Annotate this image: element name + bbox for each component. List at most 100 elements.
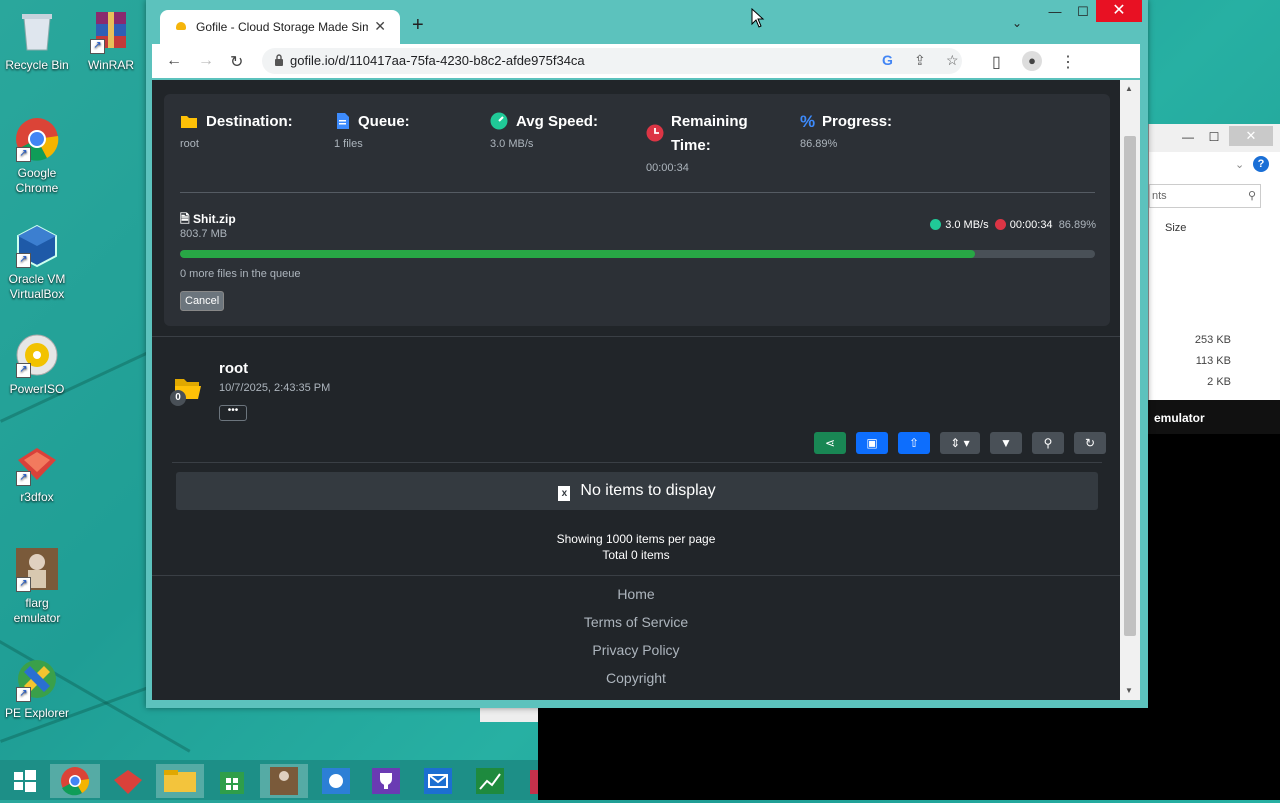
explorer-size-column-header[interactable]: Size (1165, 222, 1186, 234)
footer-divider (152, 575, 1120, 576)
flarg-icon (270, 767, 298, 795)
tab-title: Gofile - Cloud Storage Made Simple (196, 20, 368, 34)
window-maximize-button[interactable]: ☐ (1068, 4, 1098, 20)
explorer-size-value: 2 KB (1207, 376, 1231, 388)
taskbar-flarg-emulator[interactable] (260, 764, 308, 798)
footer-link-terms[interactable]: Terms of Service (152, 614, 1120, 630)
mouse-cursor-icon (751, 8, 765, 28)
window-minimize-button[interactable]: — (1040, 4, 1070, 19)
footer-link-copyright[interactable]: Copyright (152, 670, 1120, 686)
shortcut-arrow-icon: ↗ (16, 363, 31, 378)
cancel-upload-button[interactable]: Cancel (180, 291, 225, 311)
percent-icon: % (800, 112, 816, 131)
sort-dropdown-button[interactable]: ⇕ ▾ (940, 432, 980, 454)
search-icon: ⚲ (1247, 190, 1256, 202)
side-panel-icon[interactable]: ▯ (992, 52, 1001, 72)
reload-icon[interactable]: ↻ (230, 52, 243, 72)
share-icon[interactable]: ⇪ (914, 52, 926, 69)
scroll-up-arrow-icon[interactable]: ▲ (1125, 84, 1133, 93)
filter-button[interactable]: ▼ (990, 432, 1022, 454)
taskbar-finance[interactable] (470, 764, 510, 798)
emulator-title-label: emulator (1154, 411, 1205, 425)
stat-remaining-value: 00:00:34 (646, 162, 689, 174)
explorer-minimize-button[interactable]: — (1177, 128, 1199, 146)
desktop-icon-winrar[interactable]: ↗ WinRAR (78, 8, 144, 73)
folder-plus-icon: ▣ (866, 436, 878, 450)
create-folder-button[interactable]: ▣ (856, 432, 888, 454)
empty-state-banner: x No items to display (176, 472, 1098, 510)
footer-link-home[interactable]: Home (152, 586, 1120, 602)
profile-avatar-icon[interactable]: ● (1022, 51, 1042, 71)
bookmark-star-icon[interactable]: ☆ (946, 52, 959, 69)
emulator-window-body (1148, 434, 1280, 708)
lock-icon (275, 54, 283, 66)
share-button[interactable]: ⋖ (814, 432, 846, 454)
browser-menu-icon[interactable]: ⋮ (1060, 52, 1076, 72)
scroll-down-arrow-icon[interactable]: ▼ (1125, 686, 1133, 695)
desktop-icon-recycle-bin[interactable]: Recycle Bin (4, 8, 70, 73)
desktop-icon-virtualbox[interactable]: ↗ Oracle VM VirtualBox (4, 222, 70, 302)
start-button[interactable] (4, 764, 44, 798)
chevron-down-icon[interactable]: ⌄ (1235, 158, 1244, 171)
total-items-text: Total 0 items (602, 548, 670, 562)
upload-file-time: 00:00:34 (1009, 219, 1053, 231)
shortcut-arrow-icon: ↗ (16, 577, 31, 592)
chrome-icon: ↗ (14, 116, 60, 162)
refresh-button[interactable]: ↻ (1074, 432, 1106, 454)
taskbar-r3dfox[interactable] (108, 764, 148, 798)
desktop-icon-label: flarg emulator (13, 596, 61, 625)
tab-close-icon[interactable]: ✕ (374, 18, 386, 35)
new-tab-button[interactable]: + (412, 14, 424, 37)
upload-file-size: 803.7 MB (180, 228, 228, 240)
footer-link-privacy[interactable]: Privacy Policy (152, 642, 1120, 658)
explorer-close-button[interactable]: ✕ (1229, 126, 1273, 146)
virtualbox-icon: ↗ (14, 222, 60, 268)
desktop-icon-label: Google Chrome (15, 166, 59, 195)
taskbar-file-explorer[interactable] (156, 764, 204, 798)
explorer-size-value: 253 KB (1194, 334, 1231, 346)
explorer-search-placeholder: nts (1152, 190, 1167, 202)
desktop-icon-r3dfox[interactable]: ↗ r3dfox (4, 440, 70, 505)
google-lens-icon[interactable]: G (882, 52, 893, 68)
folder-item-count-badge: 0 (170, 390, 186, 406)
back-arrow-icon[interactable]: ← (166, 52, 182, 70)
upload-file-stats: 3.0 MB/s 00:00:34 86.89% (930, 219, 1096, 231)
address-url: gofile.io/d/110417aa-75fa-4230-b8c2-afde… (290, 53, 585, 68)
help-icon[interactable]: ? (1253, 156, 1269, 172)
folder-more-button[interactable]: ••• (219, 405, 247, 421)
taskbar-chrome[interactable] (50, 764, 100, 798)
explorer-maximize-button[interactable]: ☐ (1203, 128, 1225, 146)
upload-files-button[interactable]: ⇧ (898, 432, 930, 454)
tab-search-chevron-icon[interactable]: ⌄ (1012, 16, 1022, 30)
desktop-icon-label: PowerISO (9, 382, 65, 396)
explorer-search-input[interactable]: nts ⚲ (1149, 184, 1261, 208)
address-bar[interactable]: gofile.io/d/110417aa-75fa-4230-b8c2-afde… (262, 48, 962, 74)
desktop-icon-chrome[interactable]: ↗ Google Chrome (4, 116, 70, 196)
taskbar-store[interactable] (212, 764, 252, 798)
search-button[interactable]: ⚲ (1032, 432, 1064, 454)
desktop-icon-poweriso[interactable]: ↗ PowerISO (4, 332, 70, 397)
stat-avg-speed: Avg Speed: 3.0 MB/s (490, 110, 598, 150)
page-scrollbar[interactable]: ▲ ▼ (1120, 80, 1140, 700)
stat-avg-speed-value: 3.0 MB/s (490, 138, 534, 150)
taskbar-weather[interactable] (316, 764, 356, 798)
emulator-window-title[interactable]: emulator (1148, 400, 1280, 434)
taskbar-mail[interactable] (418, 764, 458, 798)
items-per-page-text: Showing 1000 items per page (556, 532, 716, 546)
windows-taskbar (0, 760, 538, 800)
forward-arrow-icon[interactable]: → (198, 52, 214, 70)
desktop-icon-flarg-emulator[interactable]: ↗ flarg emulator (4, 546, 70, 626)
desktop-icon-label: r3dfox (20, 490, 54, 504)
taskbar-trophy[interactable] (366, 764, 406, 798)
desktop-icon-pe-explorer[interactable]: ↗ PE Explorer (4, 656, 70, 721)
browser-tab-gofile[interactable]: Gofile - Cloud Storage Made Simple ✕ (160, 10, 400, 44)
desktop-icon-label: PE Explorer (4, 706, 70, 720)
window-close-button[interactable]: ✕ (1096, 0, 1142, 22)
taskbar-partial-app[interactable] (524, 764, 538, 798)
stat-destination: Destination: root (180, 110, 293, 150)
scrollbar-thumb[interactable] (1124, 136, 1136, 636)
folder-icon (181, 116, 197, 128)
desktop-icon-label: Oracle VM VirtualBox (8, 272, 66, 301)
filter-icon: ▼ (1000, 436, 1012, 450)
explorer-titlebar: — ☐ ✕ (1149, 124, 1280, 152)
